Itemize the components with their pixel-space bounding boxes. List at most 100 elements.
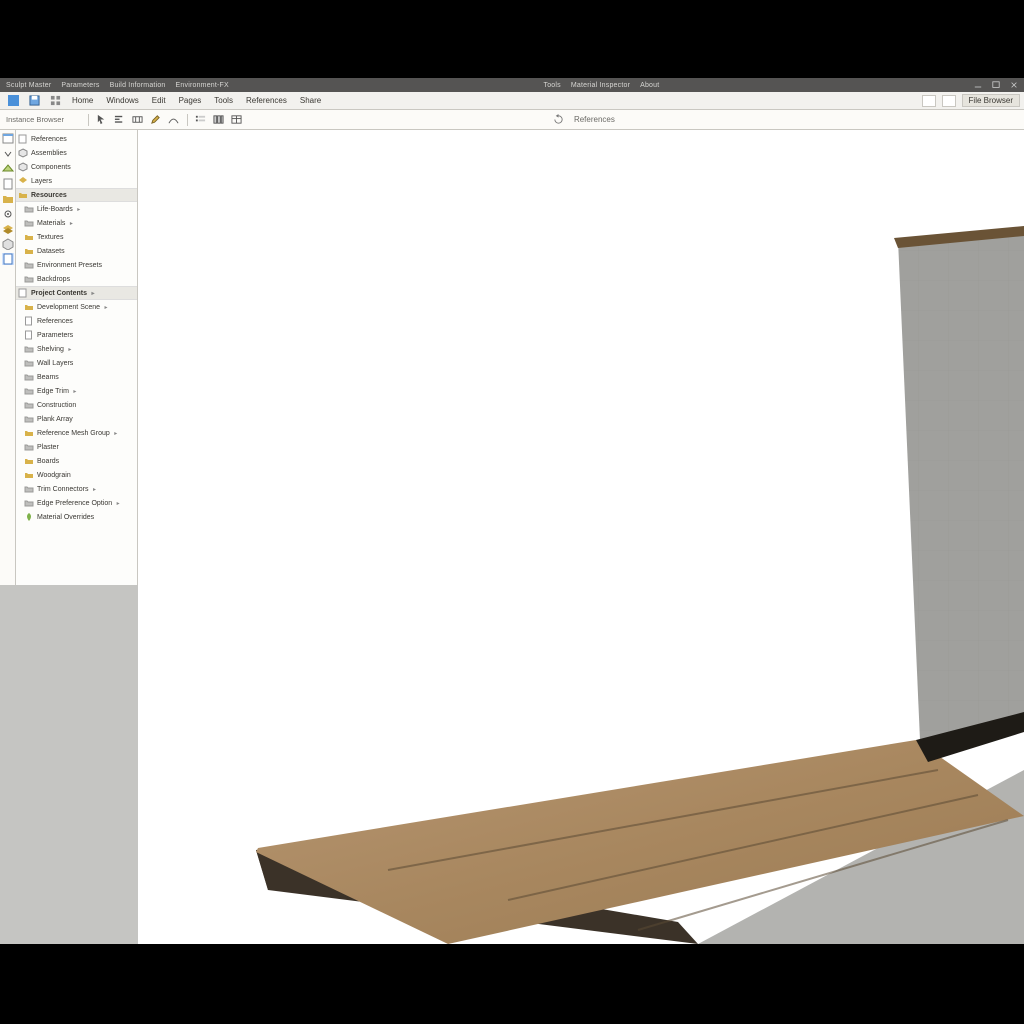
tree-label: Assemblies xyxy=(31,150,67,157)
tree-section-header[interactable]: Resources xyxy=(16,188,137,202)
tree-node[interactable]: Materials▸ xyxy=(16,216,137,230)
maximize-icon[interactable] xyxy=(992,81,1000,89)
app-icon[interactable] xyxy=(4,94,22,108)
tree-node[interactable]: Material Overrides xyxy=(16,510,137,524)
rail-sheet-icon[interactable] xyxy=(2,178,14,190)
title-item[interactable]: Build Information xyxy=(110,82,166,89)
menu-tools[interactable]: Tools xyxy=(209,94,238,107)
tree-node[interactable]: Edge Trim▸ xyxy=(16,384,137,398)
tree-label: Shelving xyxy=(37,346,64,353)
rail-cube-icon[interactable] xyxy=(2,238,14,250)
folder-grey-icon xyxy=(24,260,34,270)
tree-label: Resources xyxy=(31,192,67,199)
separator xyxy=(88,114,89,126)
window-control-icon[interactable] xyxy=(922,95,936,107)
tree-node[interactable]: Components xyxy=(16,160,137,174)
title-item[interactable]: Sculpt Master xyxy=(6,82,51,89)
leaf-icon xyxy=(24,512,34,522)
close-icon[interactable] xyxy=(1010,81,1018,89)
title-item[interactable]: Tools xyxy=(544,82,561,89)
tree-node[interactable]: Life-Boards▸ xyxy=(16,202,137,216)
tree-node[interactable]: Backdrops xyxy=(16,272,137,286)
tree-node[interactable]: Layers xyxy=(16,174,137,188)
tree-node[interactable]: Woodgrain xyxy=(16,468,137,482)
curve-icon[interactable] xyxy=(167,113,181,127)
rail-layers-icon[interactable] xyxy=(2,223,14,235)
folder-icon xyxy=(24,470,34,480)
tree-label: Project Contents xyxy=(31,290,87,297)
menu-home[interactable]: Home xyxy=(67,94,98,107)
references-label-button[interactable]: References xyxy=(570,115,619,124)
tree-label: Edge Trim xyxy=(37,388,69,395)
align-left-icon[interactable] xyxy=(113,113,127,127)
tree-node[interactable]: Development Scene▸ xyxy=(16,300,137,314)
save-icon[interactable] xyxy=(25,94,43,108)
menu-share[interactable]: Share xyxy=(295,94,326,107)
menu-bar: Home Windows Edit Pages Tools References… xyxy=(0,92,1024,110)
rail-gear-icon[interactable] xyxy=(2,208,14,220)
tree-label: Wall Layers xyxy=(37,360,73,367)
chevron-right-icon: ▸ xyxy=(67,346,73,353)
3d-viewport[interactable] xyxy=(138,130,1024,944)
tree-label: Plaster xyxy=(37,444,59,451)
tree-node[interactable]: References xyxy=(16,314,137,328)
folder-icon xyxy=(24,428,34,438)
menu-references[interactable]: References xyxy=(241,94,292,107)
tree-node[interactable]: Boards xyxy=(16,454,137,468)
folder-grey-icon xyxy=(24,386,34,396)
columns-icon[interactable] xyxy=(212,113,226,127)
tree-label: Layers xyxy=(31,178,52,185)
tree-node[interactable]: Wall Layers xyxy=(16,356,137,370)
tree-label: Life-Boards xyxy=(37,206,73,213)
tree-node[interactable]: Shelving▸ xyxy=(16,342,137,356)
tree-node[interactable]: Textures xyxy=(16,230,137,244)
menu-windows[interactable]: Windows xyxy=(101,94,143,107)
rail-folder-icon[interactable] xyxy=(2,193,14,205)
title-item[interactable]: Material Inspector xyxy=(571,82,630,89)
rail-sheet-sel-icon[interactable] xyxy=(2,253,14,265)
chevron-right-icon: ▸ xyxy=(103,304,109,311)
table-icon[interactable] xyxy=(230,113,244,127)
tool-strip: Instance Browser References xyxy=(0,110,1024,130)
window-control-icon[interactable] xyxy=(942,95,956,107)
grid-icon[interactable] xyxy=(46,94,64,108)
rail-window-icon[interactable] xyxy=(2,133,14,145)
folder-grey-icon xyxy=(24,484,34,494)
minimize-icon[interactable] xyxy=(974,81,982,89)
tree-node[interactable]: Trim Connectors▸ xyxy=(16,482,137,496)
tree-node[interactable]: Plank Array xyxy=(16,412,137,426)
tree-node[interactable]: Construction xyxy=(16,398,137,412)
tree-label: Materials xyxy=(37,220,65,227)
title-item[interactable]: Parameters xyxy=(61,82,99,89)
tree-node[interactable]: Parameters xyxy=(16,328,137,342)
pencil-icon[interactable] xyxy=(149,113,163,127)
tree-node[interactable]: Reference Mesh Group▸ xyxy=(16,426,137,440)
file-browser-button[interactable]: File Browser xyxy=(962,94,1020,107)
title-item[interactable]: About xyxy=(640,82,659,89)
folder-grey-icon xyxy=(24,442,34,452)
title-item[interactable]: Environment-FX xyxy=(176,82,229,89)
tree-label: Parameters xyxy=(37,332,73,339)
tree-section-header[interactable]: Project Contents▸ xyxy=(16,286,137,300)
tree-label: Backdrops xyxy=(37,276,70,283)
grid-plane-icon[interactable] xyxy=(131,113,145,127)
separator xyxy=(187,114,188,126)
menu-edit[interactable]: Edit xyxy=(147,94,171,107)
rail-plane-icon[interactable] xyxy=(2,163,14,175)
pointer-icon[interactable] xyxy=(95,113,109,127)
menu-pages[interactable]: Pages xyxy=(174,94,207,107)
tree-node[interactable]: Beams xyxy=(16,370,137,384)
project-tree[interactable]: References Assemblies Components Layers … xyxy=(16,130,137,526)
app-shell: Sculpt Master Parameters Build Informati… xyxy=(0,78,1024,944)
tree-node[interactable]: References xyxy=(16,132,137,146)
refresh-icon[interactable] xyxy=(552,113,566,127)
rail-chevron-icon[interactable] xyxy=(2,148,14,160)
tree-node[interactable]: Plaster xyxy=(16,440,137,454)
tree-node[interactable]: Datasets xyxy=(16,244,137,258)
tree-node[interactable]: Environment Presets xyxy=(16,258,137,272)
tree-node[interactable]: Assemblies xyxy=(16,146,137,160)
list-icon[interactable] xyxy=(194,113,208,127)
tree-node[interactable]: Edge Preference Option▸ xyxy=(16,496,137,510)
folder-grey-icon xyxy=(24,414,34,424)
chevron-right-icon: ▸ xyxy=(76,206,82,213)
